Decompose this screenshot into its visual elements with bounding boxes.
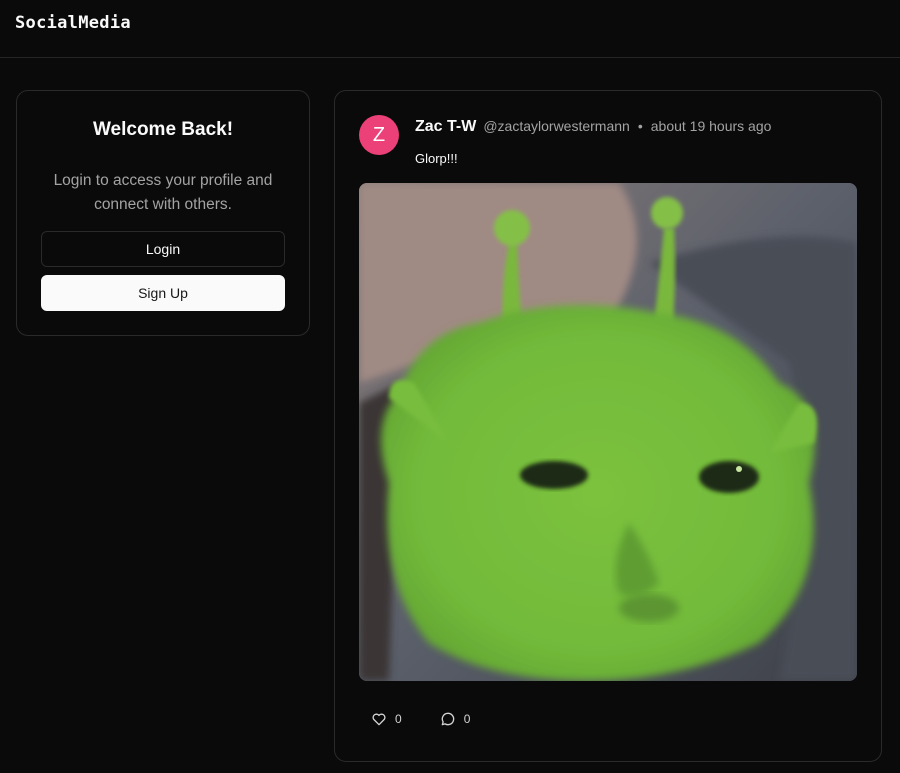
- comment-button[interactable]: 0: [440, 711, 471, 727]
- heart-icon: [372, 713, 386, 726]
- post-actions: 0 0: [371, 711, 508, 727]
- welcome-title: Welcome Back!: [92, 119, 234, 140]
- signup-button[interactable]: Sign Up: [41, 275, 285, 311]
- author-name[interactable]: Zac T-W: [415, 118, 476, 136]
- like-button[interactable]: 0: [371, 711, 402, 727]
- avatar[interactable]: Z: [359, 115, 399, 155]
- comment-bubble-icon: [441, 712, 454, 726]
- login-button[interactable]: Login: [41, 231, 285, 267]
- post-header: Zac T-W @zactaylorwestermann • about 19 …: [415, 118, 771, 136]
- welcome-card: Welcome Back! Login to access your profi…: [16, 90, 310, 336]
- top-navbar: SocialMedia: [0, 0, 900, 58]
- welcome-description: Login to access your profile and connect…: [53, 172, 273, 213]
- author-handle[interactable]: @zactaylorwestermann: [483, 118, 630, 134]
- post-text: Glorp!!!: [415, 151, 458, 166]
- post-timestamp: about 19 hours ago: [650, 118, 772, 134]
- comment-count: 0: [463, 712, 471, 726]
- like-count: 0: [395, 712, 402, 726]
- brand-logo[interactable]: SocialMedia: [15, 13, 131, 33]
- green-alien-cat-image: [359, 183, 857, 681]
- post-card: Z Zac T-W @zactaylorwestermann • about 1…: [334, 90, 882, 762]
- separator-dot: •: [637, 118, 643, 134]
- post-image[interactable]: [359, 183, 857, 681]
